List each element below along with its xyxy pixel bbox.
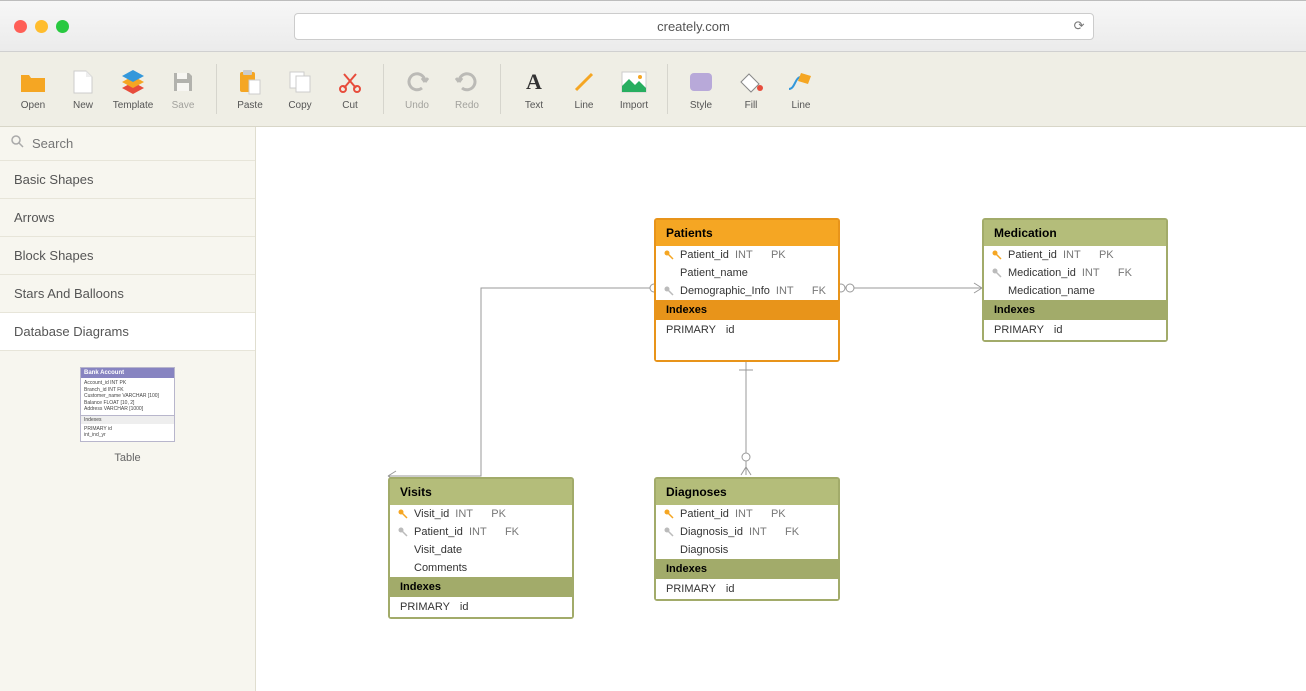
- sidebar-item-stars-balloons[interactable]: Stars And Balloons: [0, 275, 255, 313]
- key-icon: [992, 250, 1002, 260]
- table-title: Diagnoses: [656, 479, 838, 505]
- url-bar[interactable]: creately.com ⟳: [294, 13, 1094, 40]
- column-row: Comments: [390, 559, 572, 577]
- key-icon: [664, 509, 674, 519]
- key-icon: [664, 286, 674, 296]
- new-button[interactable]: New: [58, 59, 108, 119]
- table-shape-thumb[interactable]: Bank Account Account_id INT PK Branch_id…: [80, 367, 175, 464]
- key-icon: [992, 268, 1002, 278]
- redo-icon: [453, 68, 481, 96]
- index-row: PRIMARYid: [984, 320, 1166, 340]
- column-row: Medication_name: [984, 282, 1166, 300]
- indexes-header: Indexes: [984, 300, 1166, 320]
- key-icon: [664, 250, 674, 260]
- table-diagnoses[interactable]: Diagnoses Patient_idINTPK Diagnosis_idIN…: [654, 477, 840, 601]
- indexes-header: Indexes: [390, 577, 572, 597]
- open-button[interactable]: Open: [8, 59, 58, 119]
- table-title: Patients: [656, 220, 838, 246]
- sidebar-item-basic-shapes[interactable]: Basic Shapes: [0, 161, 255, 199]
- index-row: PRIMARYid: [390, 597, 572, 617]
- url-text: creately.com: [657, 19, 730, 34]
- table-title: Visits: [390, 479, 572, 505]
- close-window-button[interactable]: [14, 20, 27, 33]
- template-button[interactable]: Template: [108, 59, 158, 119]
- column-row: Visit_idINTPK: [390, 505, 572, 523]
- style-button[interactable]: Style: [676, 59, 726, 119]
- index-row: PRIMARYid: [656, 579, 838, 599]
- line-icon: [570, 68, 598, 96]
- indexes-header: Indexes: [656, 300, 838, 320]
- new-file-icon: [69, 68, 97, 96]
- column-row: Patient_idINTPK: [984, 246, 1166, 264]
- sidebar: Basic Shapes Arrows Block Shapes Stars A…: [0, 127, 256, 691]
- column-row: Patient_idINTPK: [656, 505, 838, 523]
- save-icon: [169, 68, 197, 96]
- fill-icon: [737, 68, 765, 96]
- undo-button[interactable]: Undo: [392, 59, 442, 119]
- titlebar: creately.com ⟳: [0, 0, 1306, 52]
- fill-button[interactable]: Fill: [726, 59, 776, 119]
- import-icon: [620, 68, 648, 96]
- main-toolbar: Open New Template Save Paste Copy Cut: [0, 52, 1306, 127]
- column-row: Diagnosis: [656, 541, 838, 559]
- sidebar-item-block-shapes[interactable]: Block Shapes: [0, 237, 255, 275]
- sidebar-item-database-diagrams[interactable]: Database Diagrams: [0, 313, 255, 351]
- table-visits[interactable]: Visits Visit_idINTPK Patient_idINTFK Vis…: [388, 477, 574, 619]
- traffic-lights: [14, 20, 69, 33]
- maximize-window-button[interactable]: [56, 20, 69, 33]
- import-button[interactable]: Import: [609, 59, 659, 119]
- column-row: Demographic_InfoINTFK: [656, 282, 838, 300]
- sidebar-search: [0, 127, 255, 161]
- table-title: Medication: [984, 220, 1166, 246]
- paste-button[interactable]: Paste: [225, 59, 275, 119]
- search-input[interactable]: [32, 136, 245, 151]
- column-row: Visit_date: [390, 541, 572, 559]
- shape-palette: Bank Account Account_id INT PK Branch_id…: [0, 351, 255, 691]
- undo-icon: [403, 68, 431, 96]
- style-icon: [687, 68, 715, 96]
- key-icon: [664, 527, 674, 537]
- text-tool-button[interactable]: A Text: [509, 59, 559, 119]
- copy-button[interactable]: Copy: [275, 59, 325, 119]
- cut-button[interactable]: Cut: [325, 59, 375, 119]
- paste-icon: [236, 68, 264, 96]
- copy-icon: [286, 68, 314, 96]
- column-row: Patient_idINTFK: [390, 523, 572, 541]
- line-tool-button[interactable]: Line: [559, 59, 609, 119]
- table-patients[interactable]: Patients Patient_idINTPK Patient_name De…: [654, 218, 840, 362]
- diagram-canvas[interactable]: Patients Patient_idINTPK Patient_name De…: [256, 127, 1306, 691]
- save-button[interactable]: Save: [158, 59, 208, 119]
- column-row: Patient_name: [656, 264, 838, 282]
- cut-icon: [336, 68, 364, 96]
- text-icon: A: [520, 68, 548, 96]
- indexes-header: Indexes: [656, 559, 838, 579]
- index-row: PRIMARYid: [656, 320, 838, 340]
- column-row: Patient_idINTPK: [656, 246, 838, 264]
- reload-icon[interactable]: ⟳: [1074, 18, 1085, 34]
- minimize-window-button[interactable]: [35, 20, 48, 33]
- search-icon: [10, 134, 24, 153]
- redo-button[interactable]: Redo: [442, 59, 492, 119]
- pencil-line-icon: [787, 68, 815, 96]
- folder-icon: [19, 68, 47, 96]
- table-medication[interactable]: Medication Patient_idINTPK Medication_id…: [982, 218, 1168, 342]
- key-icon: [398, 509, 408, 519]
- column-row: Medication_idINTFK: [984, 264, 1166, 282]
- key-icon: [398, 527, 408, 537]
- line-style-button[interactable]: Line: [776, 59, 826, 119]
- column-row: Diagnosis_idINTFK: [656, 523, 838, 541]
- palette-label: Table: [80, 452, 175, 464]
- sidebar-item-arrows[interactable]: Arrows: [0, 199, 255, 237]
- template-icon: [119, 68, 147, 96]
